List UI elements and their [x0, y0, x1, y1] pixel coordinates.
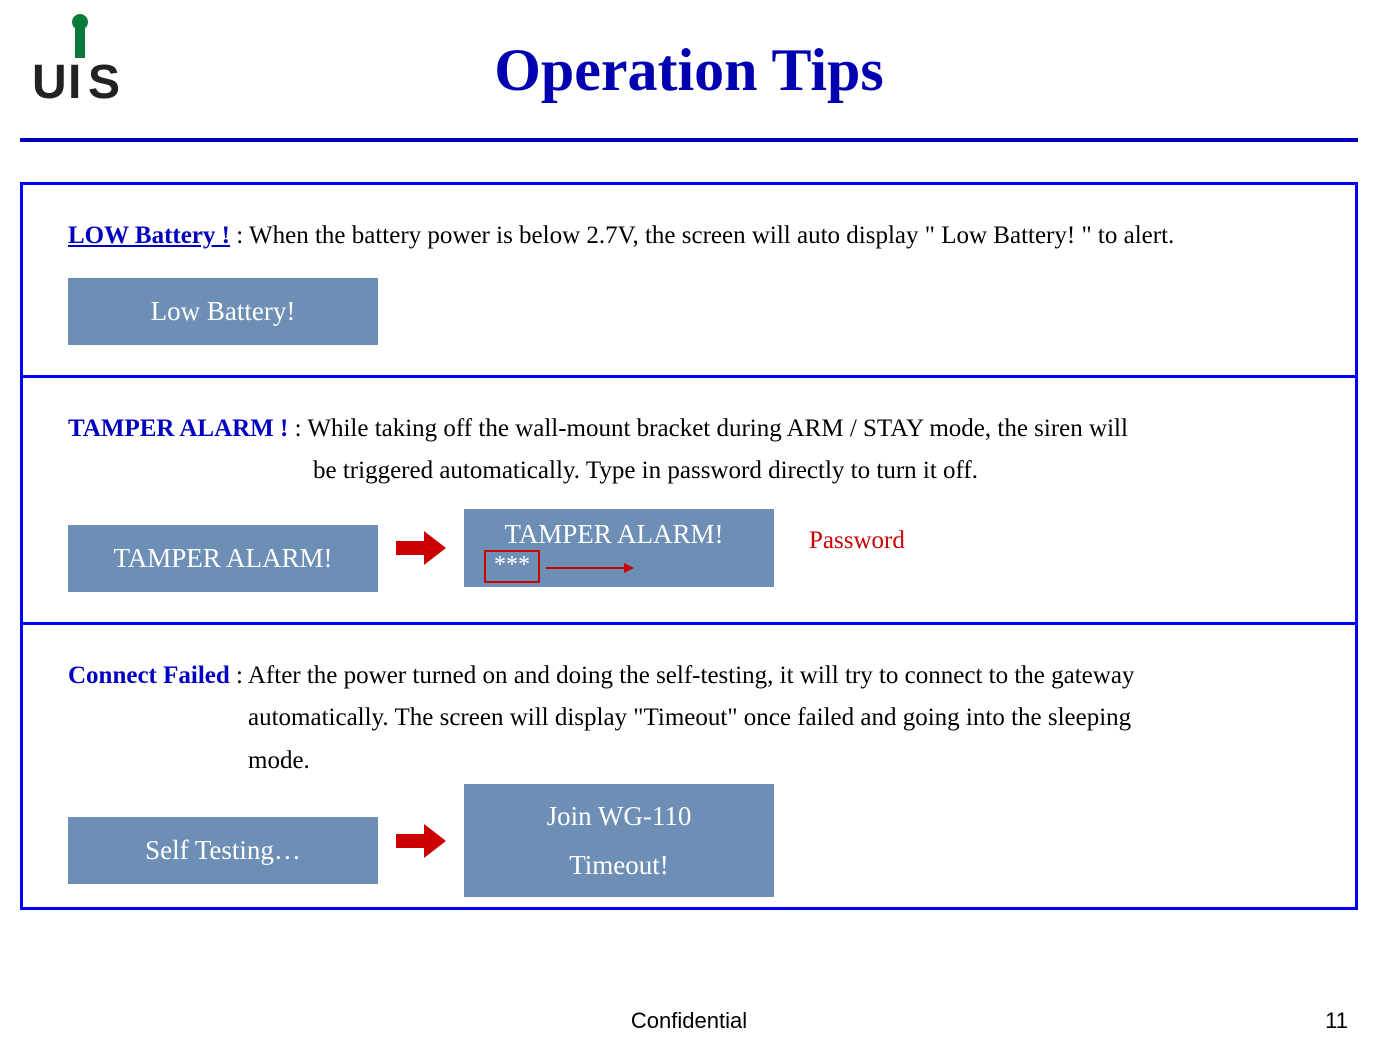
- svg-text:S: S: [88, 56, 120, 109]
- section-low-battery: LOW Battery ! : When the battery power i…: [23, 185, 1355, 378]
- lcd-low-battery: Low Battery!: [68, 278, 378, 345]
- tamper-desc-1: : While taking off the wall-mount bracke…: [288, 415, 1128, 442]
- connect-desc-3: mode.: [248, 740, 1325, 783]
- connect-row: Self Testing… Join WG-110 Timeout!: [68, 784, 1325, 897]
- low-battery-desc: : When the battery power is below 2.7V, …: [230, 222, 1174, 249]
- uis-logo: U I S: [20, 10, 140, 110]
- connect-desc-1: : After the power turned on and doing th…: [230, 662, 1135, 689]
- lcd-tamper-2-wrap: TAMPER ALARM! *** Password: [464, 509, 774, 587]
- page-title: Operation Tips: [20, 36, 1358, 105]
- lcd-tamper-2: TAMPER ALARM! ***: [464, 509, 774, 587]
- password-callout-arrowhead: [624, 563, 634, 573]
- connect-text: Connect Failed : After the power turned …: [68, 655, 1325, 783]
- content-box: LOW Battery ! : When the battery power i…: [20, 182, 1358, 910]
- svg-text:I: I: [68, 56, 81, 109]
- arrow-icon: [396, 822, 446, 860]
- lcd-join-line1: Join WG-110: [494, 792, 744, 841]
- arrow-icon: [396, 529, 446, 567]
- uis-logo-icon: U I S: [20, 10, 140, 110]
- lcd-self-testing: Self Testing…: [68, 817, 378, 884]
- low-battery-label: LOW Battery !: [68, 222, 230, 249]
- password-callout-line: [546, 567, 629, 569]
- tamper-text: TAMPER ALARM ! : While taking off the wa…: [68, 408, 1325, 493]
- low-battery-text: LOW Battery ! : When the battery power i…: [68, 215, 1325, 258]
- lcd-tamper-1: TAMPER ALARM!: [68, 525, 378, 592]
- tamper-row: TAMPER ALARM! TAMPER ALARM! *** Password: [68, 505, 1325, 592]
- section-tamper: TAMPER ALARM ! : While taking off the wa…: [23, 378, 1355, 625]
- section-connect-failed: Connect Failed : After the power turned …: [23, 625, 1355, 908]
- lcd-join-line2: Timeout!: [494, 841, 744, 890]
- lcd-join-timeout: Join WG-110 Timeout!: [464, 784, 774, 897]
- tamper-desc-2: be triggered automatically. Type in pass…: [313, 450, 1325, 493]
- connect-label: Connect Failed: [68, 662, 230, 689]
- password-annotation: Password: [809, 527, 905, 555]
- lcd-tamper-2-text: TAMPER ALARM!: [484, 519, 744, 550]
- slide-header: U I S Operation Tips: [20, 10, 1358, 130]
- title-divider: [20, 138, 1358, 142]
- password-stars: ***: [484, 550, 540, 583]
- page-number: 11: [1325, 1008, 1348, 1034]
- connect-desc-2: automatically. The screen will display "…: [248, 697, 1325, 740]
- tamper-label: TAMPER ALARM !: [68, 415, 288, 442]
- footer-confidential: Confidential: [0, 1008, 1378, 1034]
- svg-text:U: U: [32, 56, 67, 109]
